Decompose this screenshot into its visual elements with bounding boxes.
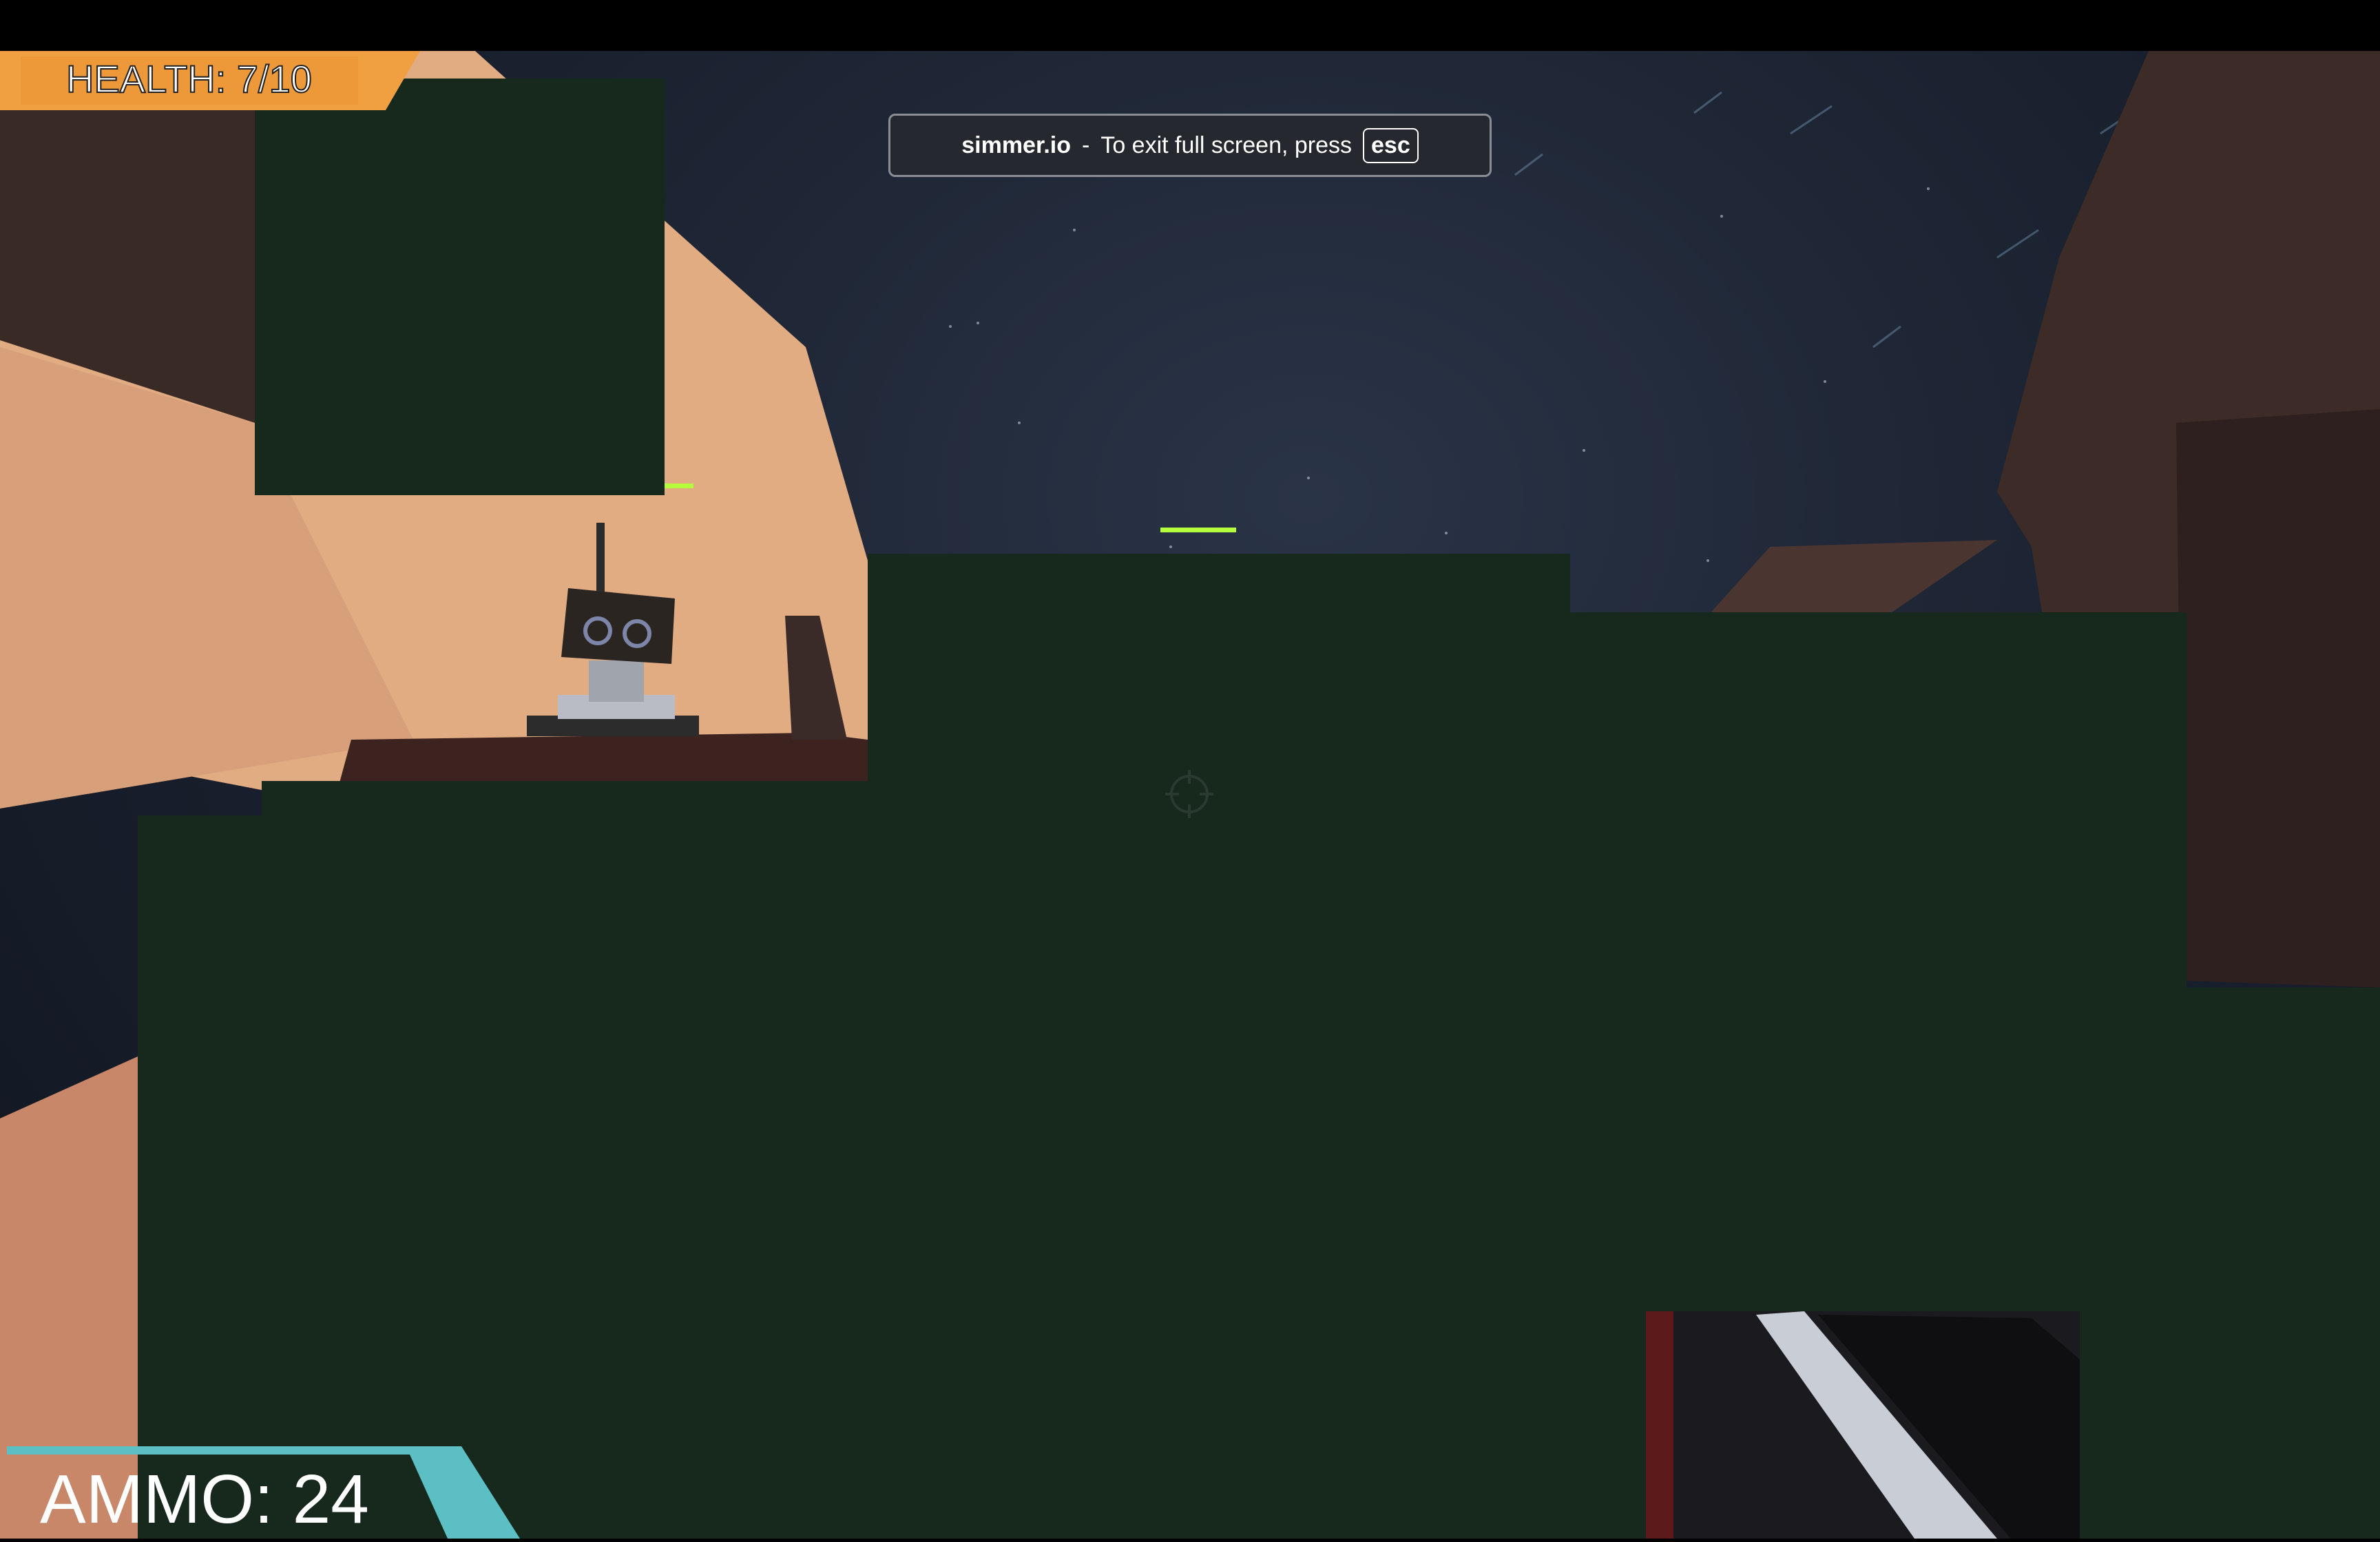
gun-weapon-icon	[1646, 1311, 2080, 1539]
foliage-block-upper	[255, 79, 665, 495]
crosshair-icon	[1165, 770, 1213, 818]
stars	[949, 187, 1930, 562]
foliage-block-center	[868, 554, 1570, 1539]
rock-cliff-shadow	[2176, 409, 2380, 988]
tracer	[665, 483, 693, 488]
rock-ledge	[1708, 540, 1997, 616]
health-label: HEALTH: 7/10	[65, 56, 313, 101]
notice-message: To exit full screen, press	[1100, 132, 1353, 158]
ammo-counter: AMMO: 24	[0, 1446, 523, 1542]
notice-separator: -	[1081, 132, 1090, 158]
tracer	[1160, 528, 1236, 532]
foliage-block-lower	[138, 815, 881, 1539]
foliage-block-far-right	[2183, 988, 2380, 1539]
site-name: simmer.io	[961, 132, 1071, 158]
esc-key: esc	[1363, 127, 1419, 163]
fullscreen-notice: simmer.io - To exit full screen, press e…	[888, 114, 1492, 177]
health-bar: HEALTH: 7/10	[0, 51, 427, 114]
ammo-label: AMMO: 24	[40, 1461, 369, 1538]
